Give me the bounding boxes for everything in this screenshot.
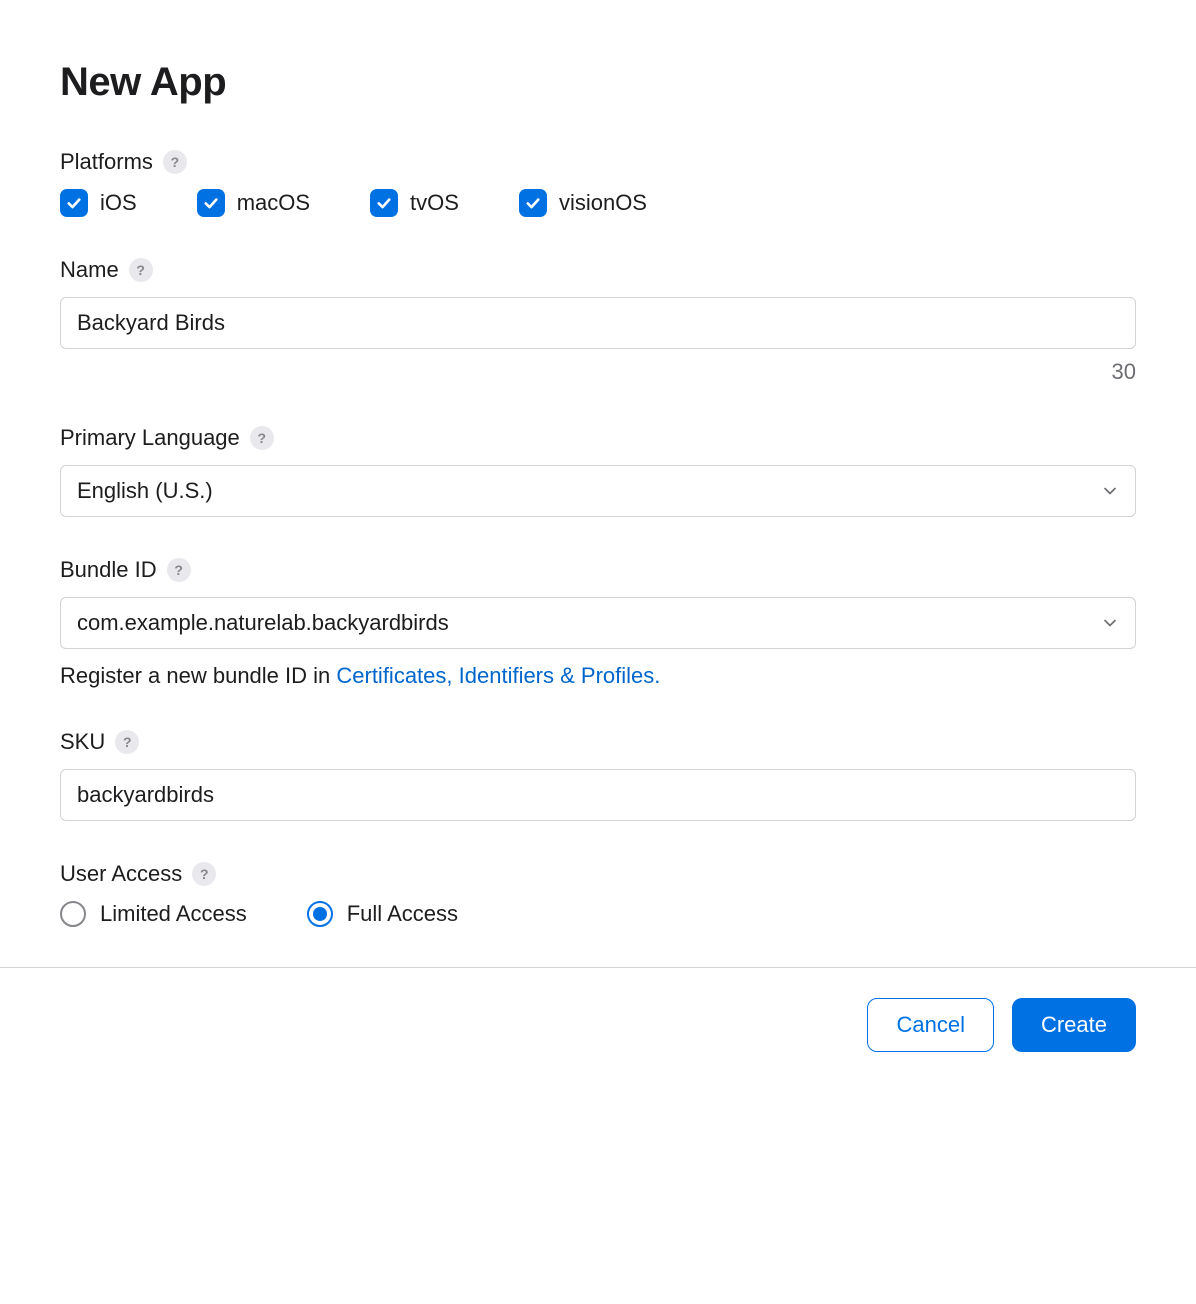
checkbox-checked-icon: [519, 189, 547, 217]
sku-label: SKU: [60, 729, 105, 755]
bundle-id-hint: Register a new bundle ID in Certificates…: [60, 663, 1136, 689]
sku-section: SKU ?: [60, 729, 1136, 821]
platform-label: visionOS: [559, 190, 647, 216]
name-label: Name: [60, 257, 119, 283]
help-icon[interactable]: ?: [163, 150, 187, 174]
name-input[interactable]: [60, 297, 1136, 349]
radio-label: Full Access: [347, 901, 458, 927]
user-access-section: User Access ? Limited Access Full Access: [60, 861, 1136, 927]
radio-checked-icon: [307, 901, 333, 927]
bundle-id-label: Bundle ID: [60, 557, 157, 583]
checkbox-checked-icon: [197, 189, 225, 217]
platform-label: macOS: [237, 190, 310, 216]
platform-checkbox-ios[interactable]: iOS: [60, 189, 137, 217]
platforms-label: Platforms: [60, 149, 153, 175]
bundle-id-select[interactable]: com.example.naturelab.backyardbirds: [60, 597, 1136, 649]
platform-checkbox-tvos[interactable]: tvOS: [370, 189, 459, 217]
primary-language-select[interactable]: English (U.S.): [60, 465, 1136, 517]
radio-unchecked-icon: [60, 901, 86, 927]
create-button[interactable]: Create: [1012, 998, 1136, 1052]
checkbox-checked-icon: [370, 189, 398, 217]
radio-label: Limited Access: [100, 901, 247, 927]
primary-language-label: Primary Language: [60, 425, 240, 451]
checkbox-checked-icon: [60, 189, 88, 217]
bundle-id-value: com.example.naturelab.backyardbirds: [77, 610, 449, 636]
sku-input[interactable]: [60, 769, 1136, 821]
certificates-link[interactable]: Certificates, Identifiers & Profiles.: [336, 663, 660, 688]
user-access-radio-limited[interactable]: Limited Access: [60, 901, 247, 927]
help-icon[interactable]: ?: [129, 258, 153, 282]
primary-language-value: English (U.S.): [77, 478, 213, 504]
help-icon[interactable]: ?: [192, 862, 216, 886]
bundle-id-hint-text: Register a new bundle ID in: [60, 663, 336, 688]
page-title: New App: [60, 60, 1136, 105]
platform-checkbox-macos[interactable]: macOS: [197, 189, 310, 217]
help-icon[interactable]: ?: [167, 558, 191, 582]
name-section: Name ? 30: [60, 257, 1136, 385]
user-access-radio-full[interactable]: Full Access: [307, 901, 458, 927]
footer: Cancel Create: [0, 968, 1196, 1082]
platforms-section: Platforms ? iOS macOS tvOS: [60, 149, 1136, 217]
platform-label: iOS: [100, 190, 137, 216]
cancel-button[interactable]: Cancel: [867, 998, 993, 1052]
user-access-label: User Access: [60, 861, 182, 887]
help-icon[interactable]: ?: [250, 426, 274, 450]
primary-language-section: Primary Language ? English (U.S.): [60, 425, 1136, 517]
platform-label: tvOS: [410, 190, 459, 216]
name-char-counter: 30: [60, 359, 1136, 385]
bundle-id-section: Bundle ID ? com.example.naturelab.backya…: [60, 557, 1136, 689]
platform-checkbox-visionos[interactable]: visionOS: [519, 189, 647, 217]
help-icon[interactable]: ?: [115, 730, 139, 754]
